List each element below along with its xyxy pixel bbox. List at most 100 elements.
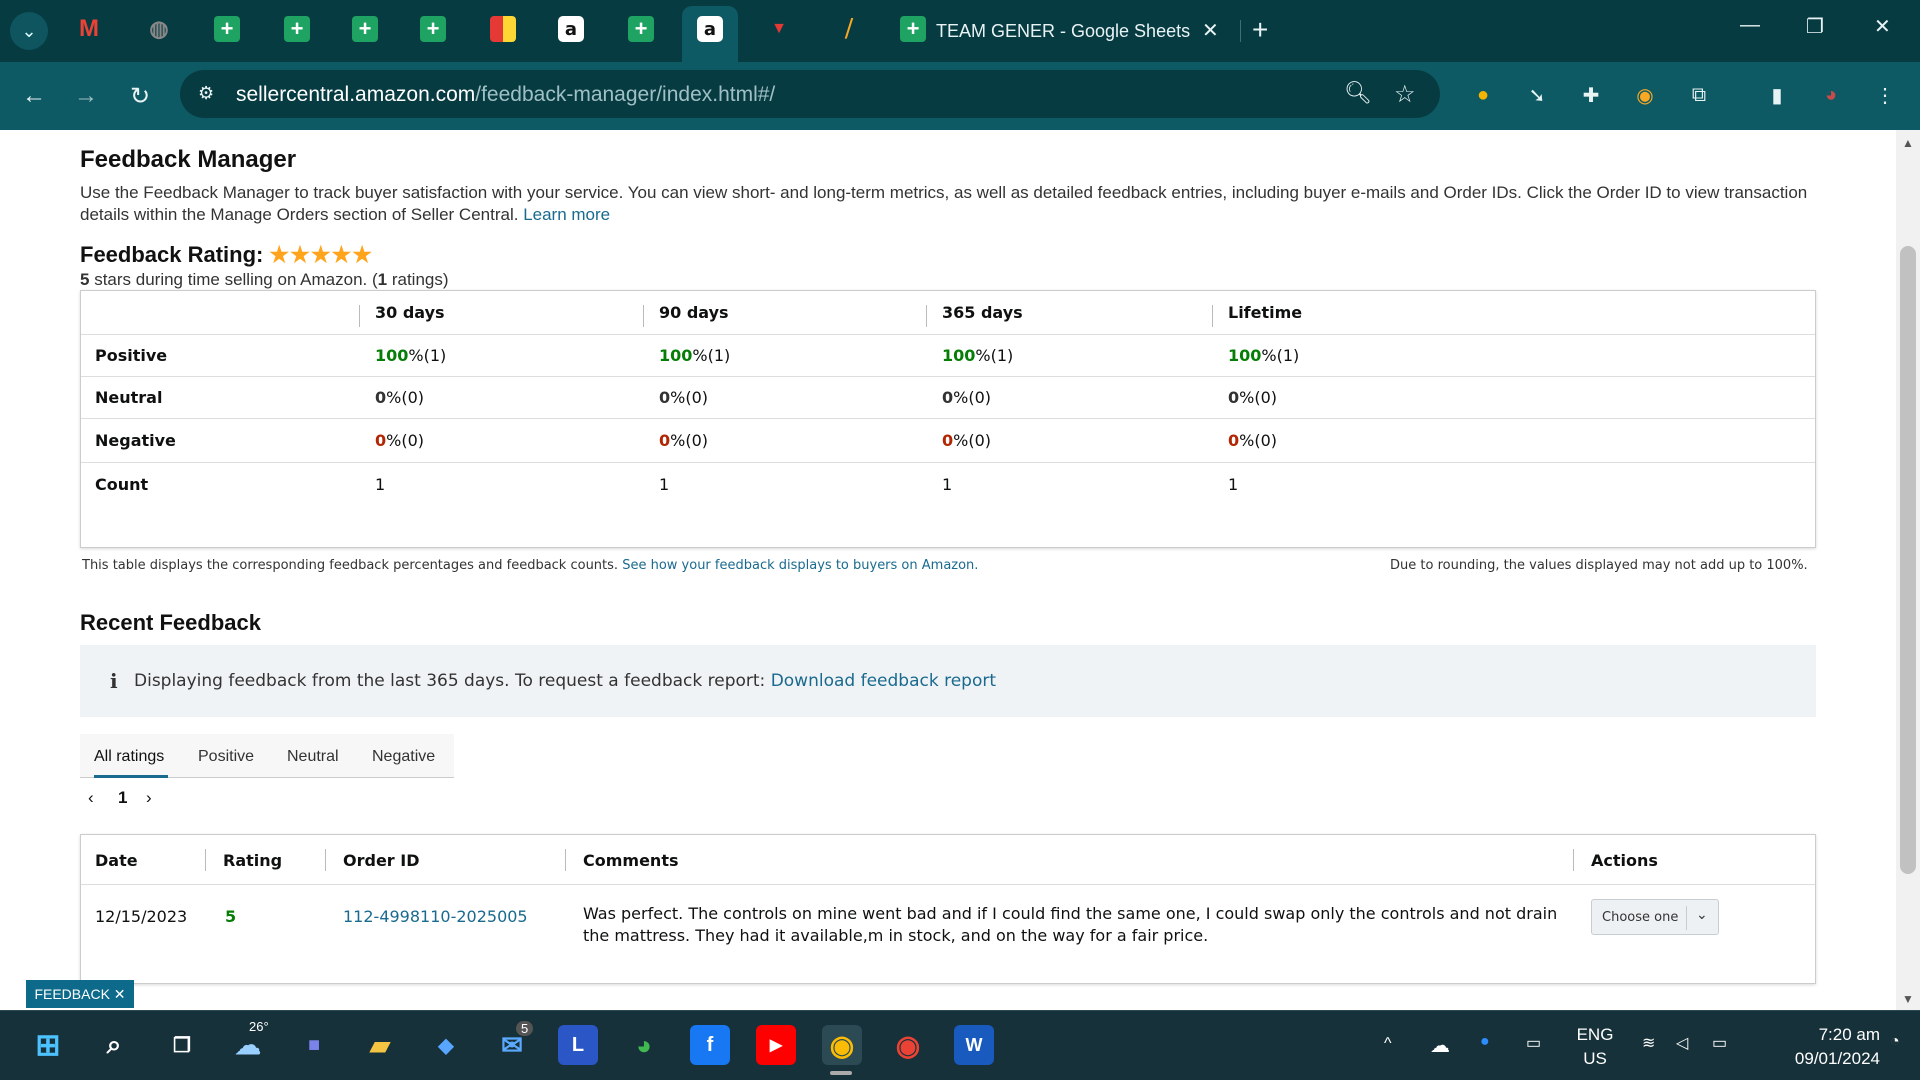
gmail-tab-icon[interactable]: M [76, 15, 102, 42]
sheets-tab-icon[interactable]: + [214, 16, 240, 42]
sheets-tab-icon[interactable]: + [284, 16, 310, 42]
teams-chat-icon[interactable]: ■ [294, 1025, 334, 1065]
zoom-magnifier-icon[interactable]: 🔍︎ [1344, 80, 1372, 106]
red-logo-tab-icon[interactable]: ▼ [766, 16, 792, 42]
scroll-down-arrow-icon[interactable]: ▼ [1902, 992, 1914, 1006]
choose-action-dropdown[interactable]: Choose one ⌄ [1591, 899, 1719, 935]
learn-more-link[interactable]: Learn more [523, 205, 610, 224]
info-text: Displaying feedback from the last 365 da… [134, 671, 996, 691]
tab-neutral[interactable]: Neutral [287, 748, 339, 766]
sheets-tab-icon: + [900, 16, 926, 42]
system-clock[interactable]: 7:20 am 09/01/2024 [1756, 1023, 1880, 1071]
notifications-bell-icon[interactable]: ◔ [1890, 1033, 1900, 1051]
tab-all-ratings[interactable]: All ratings [94, 748, 164, 766]
volume-speaker-icon[interactable]: ◁ [1676, 1033, 1688, 1053]
prev-page-chevron-icon[interactable]: ‹ [88, 788, 94, 808]
metrics-value: 0 [1228, 388, 1240, 407]
metrics-value: 0 [375, 388, 387, 407]
chrome-browser-icon[interactable]: ◉ [888, 1025, 928, 1065]
tab-negative[interactable]: Negative [372, 748, 435, 766]
browser-toolbar: ← → ↻ ⚙ sellercentral.amazon.com/feedbac… [0, 62, 1920, 130]
word-document-icon[interactable]: W [954, 1025, 994, 1065]
info-alert: i Displaying feedback from the last 365 … [80, 645, 1816, 717]
copilot-icon[interactable]: ◆ [426, 1025, 466, 1065]
file-explorer-folder-icon[interactable]: ▰ [360, 1025, 400, 1065]
metrics-row-label: Negative [95, 431, 176, 450]
profile-avatar-icon[interactable]: ◕ [1816, 80, 1846, 110]
info-icon: i [110, 669, 118, 693]
back-arrow-icon[interactable]: ← [14, 76, 54, 116]
scrollbar-thumb[interactable] [1900, 246, 1916, 874]
facebook-icon[interactable]: f [690, 1025, 730, 1065]
metrics-value: 0 [375, 431, 387, 450]
new-tab-plus-icon[interactable]: + [1252, 14, 1268, 46]
kebab-menu-icon[interactable]: ⋮ [1870, 80, 1900, 110]
input-language[interactable]: ENG US [1570, 1023, 1620, 1071]
metrics-cell: 0 %(0) [375, 377, 424, 418]
page-title: Feedback Manager [80, 146, 297, 173]
extensions-puzzle-icon[interactable]: ⧉ [1684, 80, 1714, 110]
show-hidden-icons-chevron-icon[interactable]: ^ [1384, 1035, 1392, 1053]
tab-google-sheets[interactable]: + TEAM GENER - Google Sheets ✕ [884, 10, 1236, 50]
sheets-tab-icon[interactable]: + [628, 16, 654, 42]
extension-plus-icon[interactable]: ✚ [1576, 80, 1606, 110]
l-app-icon[interactable]: L [558, 1025, 598, 1065]
reload-icon[interactable]: ↻ [120, 76, 160, 116]
task-view-icon[interactable]: ❐ [162, 1025, 202, 1065]
metrics-value: 100 [1228, 346, 1262, 365]
feedback-comment: Was perfect. The controls on mine went b… [583, 904, 1558, 945]
sheets-tab-icon[interactable]: + [420, 16, 446, 42]
bookmark-star-icon[interactable]: ☆ [1394, 80, 1416, 109]
page-scrollbar[interactable]: ▲ ▼ [1896, 130, 1920, 1010]
extension-hamster-icon[interactable]: ● [1468, 80, 1498, 110]
side-panel-icon[interactable]: ▮ [1762, 80, 1792, 110]
start-windows-icon[interactable]: ⊞ [28, 1025, 68, 1065]
tab-positive[interactable]: Positive [198, 748, 254, 766]
window-close-icon[interactable]: ✕ [1874, 14, 1891, 39]
wifi-icon[interactable]: ≋ [1642, 1033, 1655, 1053]
metrics-cell: 0 %(0) [659, 419, 708, 462]
active-amazon-tab[interactable]: a [682, 6, 738, 62]
zoom-app-icon[interactable]: ● [1480, 1033, 1490, 1051]
metrics-value: 0 [659, 388, 671, 407]
metrics-value: 100 [942, 346, 976, 365]
colorful-app-tab-icon[interactable] [490, 16, 516, 42]
restore-icon[interactable]: ❐ [1806, 14, 1824, 39]
extension-circle-icon[interactable]: ◉ [1630, 80, 1660, 110]
page-description: Use the Feedback Manager to track buyer … [80, 182, 1820, 226]
next-page-chevron-icon[interactable]: › [146, 788, 152, 808]
minimize-icon[interactable]: — [1740, 14, 1760, 37]
site-settings-icon[interactable]: ⚙ [198, 83, 214, 104]
current-page-number[interactable]: 1 [118, 788, 127, 808]
metrics-detail: %(0) [386, 431, 425, 450]
extension-arrow-icon[interactable]: ➘ [1522, 80, 1552, 110]
orange-app-tab-icon[interactable]: ⧸ [836, 16, 862, 42]
recent-feedback-title: Recent Feedback [80, 610, 261, 635]
onedrive-cloud-icon[interactable]: ☁ [1430, 1033, 1450, 1058]
address-bar[interactable]: ⚙ sellercentral.amazon.com/feedback-mana… [180, 70, 1440, 118]
battery-icon[interactable]: ▭ [1712, 1033, 1727, 1053]
search-icon[interactable]: ⌕ [94, 1025, 134, 1065]
feedback-button[interactable]: FEEDBACK ✕ [26, 980, 134, 1008]
order-id-link[interactable]: 112-4998110-2025005 [343, 907, 528, 926]
tab-close-icon[interactable]: ✕ [1202, 18, 1219, 43]
rating-summary-suffix: ratings) [387, 270, 449, 289]
sheets-tab-icon[interactable]: + [352, 16, 378, 42]
edge-browser-icon[interactable]: ◕ [624, 1025, 664, 1065]
info-message: Displaying feedback from the last 365 da… [134, 671, 766, 691]
metrics-row-positive: Positive 100 %(1) 100 %(1) 100 %(1) 100 … [81, 335, 1815, 377]
download-feedback-report-link[interactable]: Download feedback report [771, 671, 996, 691]
amazon-tab-icon[interactable]: a [558, 16, 584, 42]
description-text: Use the Feedback Manager to track buyer … [80, 183, 1808, 224]
chrome-profile-icon[interactable]: ◉ [822, 1025, 862, 1065]
metrics-cell: 100 %(1) [942, 335, 1013, 376]
touch-keyboard-icon[interactable]: ▭ [1526, 1033, 1541, 1053]
windows-taskbar: ⊞ ⌕ ❐ ☁ 26° ■ ▰ ◆ ✉ 5 L ◕ f ▶ ◉ ◉ W ^ ☁ … [0, 1010, 1920, 1080]
forward-arrow-icon[interactable]: → [66, 76, 106, 116]
globe-tab-icon[interactable]: ◍ [146, 16, 172, 42]
url-text[interactable]: sellercentral.amazon.com/feedback-manage… [236, 83, 775, 107]
feedback-display-link[interactable]: See how your feedback displays to buyers… [622, 558, 978, 573]
tab-search-chevron-down-icon[interactable]: ⌄ [10, 12, 48, 50]
scroll-up-arrow-icon[interactable]: ▲ [1902, 136, 1914, 150]
youtube-play-icon[interactable]: ▶ [756, 1025, 796, 1065]
